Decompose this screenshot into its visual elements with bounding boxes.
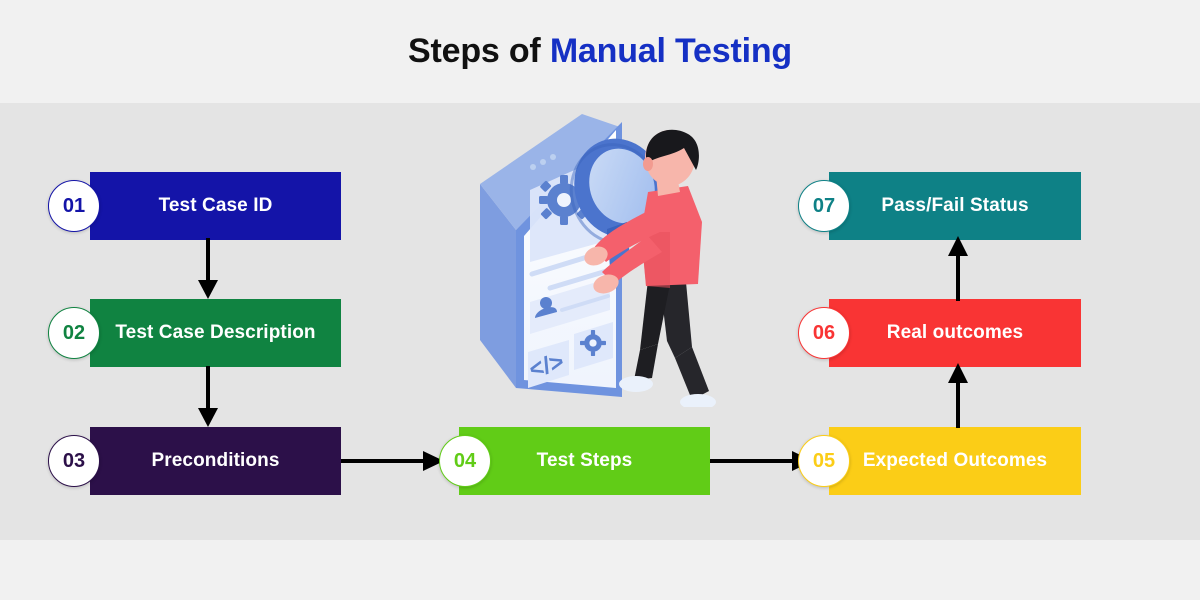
header: Steps of Manual Testing: [0, 0, 1200, 103]
step-badge-02[interactable]: 02: [48, 307, 100, 359]
window-dot-icon: [550, 154, 556, 160]
step-box-05[interactable]: Expected Outcomes: [829, 427, 1081, 495]
step-box-07[interactable]: Pass/Fail Status: [829, 172, 1081, 240]
arrow-step-02-to-03: [198, 366, 218, 427]
shoe-icon: [680, 394, 716, 407]
step-box-03[interactable]: Preconditions: [90, 427, 341, 495]
arrow-step-06-to-07: [948, 236, 968, 301]
arrow-step-01-to-02: [198, 238, 218, 299]
shoe-icon: [619, 376, 653, 392]
arrow-step-05-to-06: [948, 363, 968, 428]
step-badge-01[interactable]: 01: [48, 180, 100, 232]
step-label-07: Pass/Fail Status: [881, 195, 1029, 216]
step-label-04: Test Steps: [536, 450, 633, 471]
step-badge-05[interactable]: 05: [798, 435, 850, 487]
page-title: Steps of Manual Testing: [408, 32, 792, 71]
manual-testing-illustration: </>: [480, 114, 716, 407]
window-dot-icon: [540, 159, 546, 165]
window-dot-icon: [530, 164, 536, 170]
step-box-02[interactable]: Test Case Description: [90, 299, 341, 367]
step-badge-04[interactable]: 04: [439, 435, 491, 487]
step-badge-03[interactable]: 03: [48, 435, 100, 487]
step-number-07: 07: [812, 194, 836, 217]
ear-icon: [643, 157, 653, 171]
step-number-01: 01: [62, 194, 86, 217]
step-number-06: 06: [812, 321, 836, 344]
arrow-step-03-to-04: [341, 451, 444, 471]
step-box-06[interactable]: Real outcomes: [829, 299, 1081, 367]
step-label-03: Preconditions: [151, 450, 280, 471]
step-badge-06[interactable]: 06: [798, 307, 850, 359]
step-label-01: Test Case ID: [158, 195, 273, 216]
step-box-01[interactable]: Test Case ID: [90, 172, 341, 240]
step-number-05: 05: [812, 449, 836, 472]
step-box-04[interactable]: Test Steps: [459, 427, 710, 495]
step-badge-07[interactable]: 07: [798, 180, 850, 232]
step-label-06: Real outcomes: [886, 322, 1024, 343]
step-label-02: Test Case Description: [115, 322, 316, 343]
title-plain: Steps of: [408, 32, 550, 70]
step-number-02: 02: [62, 321, 86, 344]
step-number-04: 04: [453, 449, 477, 472]
title-accent: Manual Testing: [549, 32, 792, 70]
step-number-03: 03: [62, 449, 86, 472]
step-label-05: Expected Outcomes: [862, 450, 1048, 471]
infographic-root: Steps of Manual Testing Test Case ID 01 …: [0, 0, 1200, 600]
